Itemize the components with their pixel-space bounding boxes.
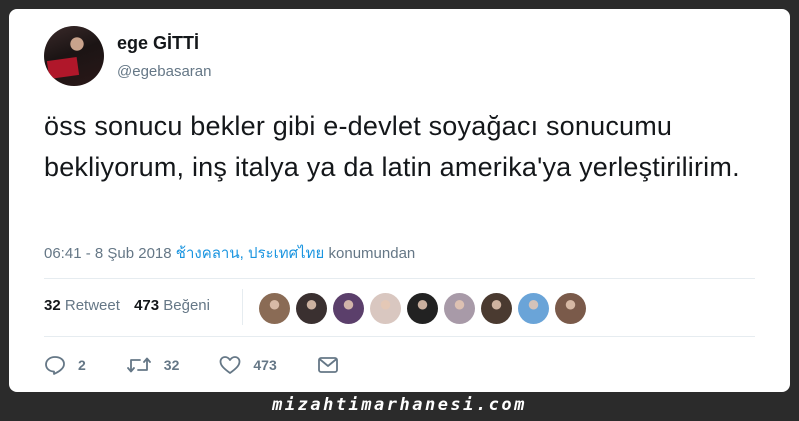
tweet-location[interactable]: ช้างคลาน, ประเทศไทย [176,245,325,262]
likes-stat[interactable]: 473 Beğeni [134,297,210,314]
liker-avatar[interactable] [333,293,364,324]
retweet-icon [126,357,151,373]
liker-avatar[interactable] [518,293,549,324]
reply-button[interactable]: 2 [44,355,86,375]
message-button[interactable] [317,356,339,374]
tweet-stats: 32 Retweet 473 Beğeni [44,297,210,314]
liker-avatar[interactable] [407,293,438,324]
tweet-text: öss sonucu bekler gibi e-devlet soyağacı… [44,111,740,182]
avatar-sign-graphic [46,56,80,80]
retweets-stat[interactable]: 32 Retweet [44,297,120,314]
user-handle[interactable]: @egebasaran [117,63,211,80]
display-name[interactable]: ege GİTTİ [117,33,199,54]
reply-icon [45,356,65,375]
tweet-actions: 2 32 473 [44,355,379,375]
heart-icon [219,356,241,374]
liker-avatar[interactable] [481,293,512,324]
like-button[interactable]: 473 [219,355,277,375]
retweets-count: 32 [44,297,61,314]
reply-count: 2 [78,357,86,373]
likes-count: 473 [134,297,160,314]
watermark: mizahtimarhanesi.com [272,395,527,415]
liker-avatars [259,293,592,324]
location-suffix: konumundan [328,245,416,262]
tweet-card: ege GİTTİ @egebasaran öss sonucu bekler … [9,9,790,392]
divider-top [44,278,755,279]
like-count: 473 [253,357,277,373]
stats-separator [242,289,243,325]
envelope-icon [317,357,338,373]
divider-bottom [44,336,755,337]
user-avatar[interactable] [44,26,104,86]
liker-avatar[interactable] [296,293,327,324]
retweet-button[interactable]: 32 [126,356,180,374]
retweets-label: Retweet [64,297,120,314]
retweet-count: 32 [163,357,180,373]
tweet-meta: 06:41 - 8 Şub 2018 ช้างคลาน, ประเทศไทย k… [44,241,415,265]
liker-avatar[interactable] [555,293,586,324]
likes-label: Beğeni [163,297,210,314]
liker-avatar[interactable] [370,293,401,324]
liker-avatar[interactable] [259,293,290,324]
liker-avatar[interactable] [444,293,475,324]
tweet-timestamp[interactable]: 06:41 - 8 Şub 2018 [44,245,172,262]
